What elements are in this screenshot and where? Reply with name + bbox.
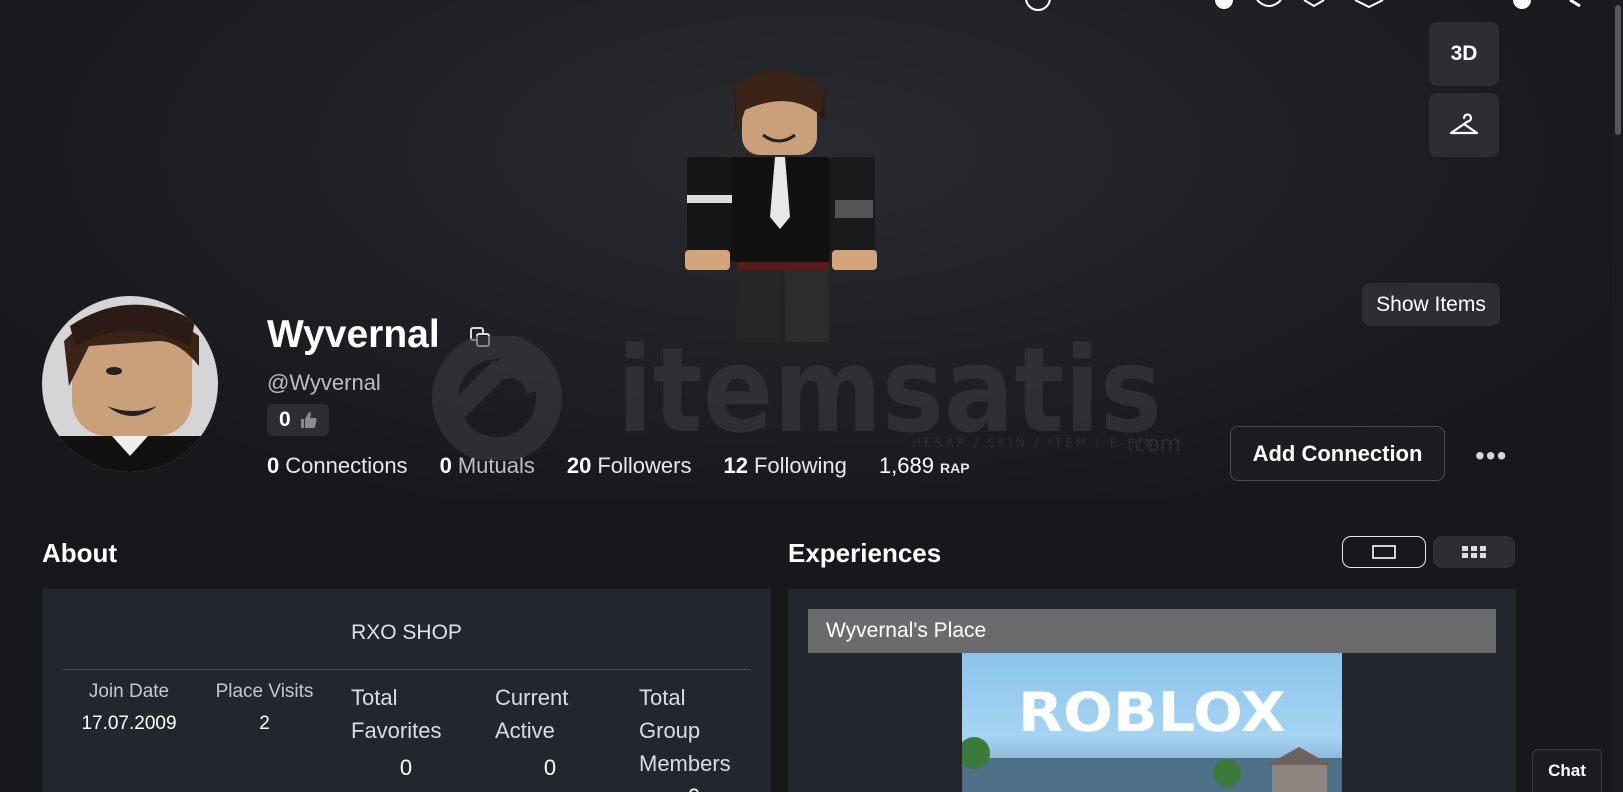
search-icon	[1569, 0, 1581, 8]
hanger-icon	[1449, 113, 1479, 135]
join-date-label: Join Date	[88, 681, 170, 702]
page-scrollbar[interactable]	[1612, 0, 1623, 792]
add-connection-button[interactable]: Add Connection	[1230, 426, 1445, 481]
experience-title[interactable]: Wyvernal's Place	[808, 609, 1496, 653]
followers-count: 20	[566, 453, 592, 478]
about-panel: RXO SHOP Join Date 17.07.2009 Place Visi…	[42, 589, 771, 792]
show-items-button[interactable]: Show Items	[1362, 283, 1500, 326]
likes-badge[interactable]: 0	[267, 404, 329, 436]
experiences-title: Experiences	[788, 538, 942, 568]
mutuals-stat[interactable]: 0 Mutuals	[440, 453, 535, 479]
followers-label: Followers	[597, 453, 692, 478]
rap-value: 1,689	[878, 453, 934, 478]
total-favorites-stat: Total Favorites 0	[351, 681, 461, 784]
slideshow-view-button[interactable]	[1342, 536, 1426, 568]
current-active-stat: Current Active 0	[495, 681, 605, 784]
notification-icon	[1215, 0, 1233, 9]
avatar-headshot[interactable]	[42, 296, 218, 472]
current-active-label-1: Current	[495, 685, 569, 710]
group-members-label-1: Total	[639, 685, 686, 710]
username: @Wyvernal	[267, 370, 381, 395]
messages-icon	[1303, 0, 1325, 8]
top-nav-icons	[1025, 0, 1581, 11]
friends-icon	[1256, 0, 1282, 7]
followers-stat[interactable]: 20 Followers	[567, 453, 692, 479]
total-favorites-value: 0	[399, 755, 413, 780]
group-members-label-3: Members	[639, 751, 731, 776]
experience-thumbnail-art: ROBLOX	[962, 681, 1342, 792]
settings-icon	[1513, 0, 1531, 9]
total-favorites-label-1: Total	[351, 685, 398, 710]
grid-icon	[1462, 546, 1486, 558]
display-name: Wyvernal	[267, 313, 440, 356]
scrollbar-thumb[interactable]	[1615, 5, 1621, 135]
rap-label: RAP	[939, 460, 970, 476]
grid-view-button[interactable]	[1433, 536, 1515, 568]
rap-stat: 1,689 RAP	[879, 453, 970, 479]
copy-icon[interactable]	[468, 325, 492, 349]
mutuals-count: 0	[439, 453, 452, 478]
view-3d-button[interactable]: 3D	[1429, 22, 1499, 86]
experience-thumbnail[interactable]: ROBLOX	[962, 653, 1342, 792]
total-favorites-label-2: Favorites	[351, 718, 442, 743]
mutuals-label: Mutuals	[457, 453, 535, 478]
about-title: About	[42, 538, 118, 568]
connections-label: Connections	[285, 453, 408, 478]
avatar-face	[52, 304, 212, 472]
slideshow-icon	[1372, 545, 1396, 559]
place-visits-value: 2	[259, 713, 270, 734]
place-visits-stat: Place Visits 2	[207, 681, 322, 735]
following-label: Following	[753, 453, 847, 478]
profile-stats: 0 Connections 0 Mutuals 20 Followers 12 Foll…	[267, 453, 1002, 479]
roblox-logo: ROBLOX	[1018, 681, 1286, 744]
join-date-stat: Join Date 17.07.2009	[74, 681, 184, 735]
following-count: 12	[723, 453, 748, 478]
shield-icon	[1354, 0, 1384, 9]
group-members-value: 0	[639, 780, 749, 792]
chat-button[interactable]: Chat	[1532, 749, 1602, 792]
avatar-editor-button[interactable]	[1429, 93, 1499, 157]
current-active-label-2: Active	[495, 718, 555, 743]
likes-count: 0	[279, 408, 291, 431]
following-stat[interactable]: 12 Following	[723, 453, 846, 479]
thumbs-up-icon	[300, 412, 317, 428]
group-members-stat: Total Group Members 0	[639, 681, 749, 792]
experiences-panel: Wyvernal's Place ROBLOX	[788, 589, 1516, 792]
connections-count: 0	[267, 453, 280, 478]
avatar-3d-render	[685, 71, 877, 342]
robux-icon	[1025, 0, 1051, 11]
profile-status: RXO SHOP	[351, 621, 462, 644]
current-active-value: 0	[543, 755, 557, 780]
join-date-value: 17.07.2009	[81, 713, 177, 734]
place-visits-label: Place Visits	[215, 681, 314, 702]
group-members-label-2: Group	[639, 718, 701, 743]
about-divider	[63, 669, 751, 670]
more-options-button[interactable]: •••	[1475, 440, 1507, 472]
connections-stat[interactable]: 0 Connections	[267, 453, 408, 479]
